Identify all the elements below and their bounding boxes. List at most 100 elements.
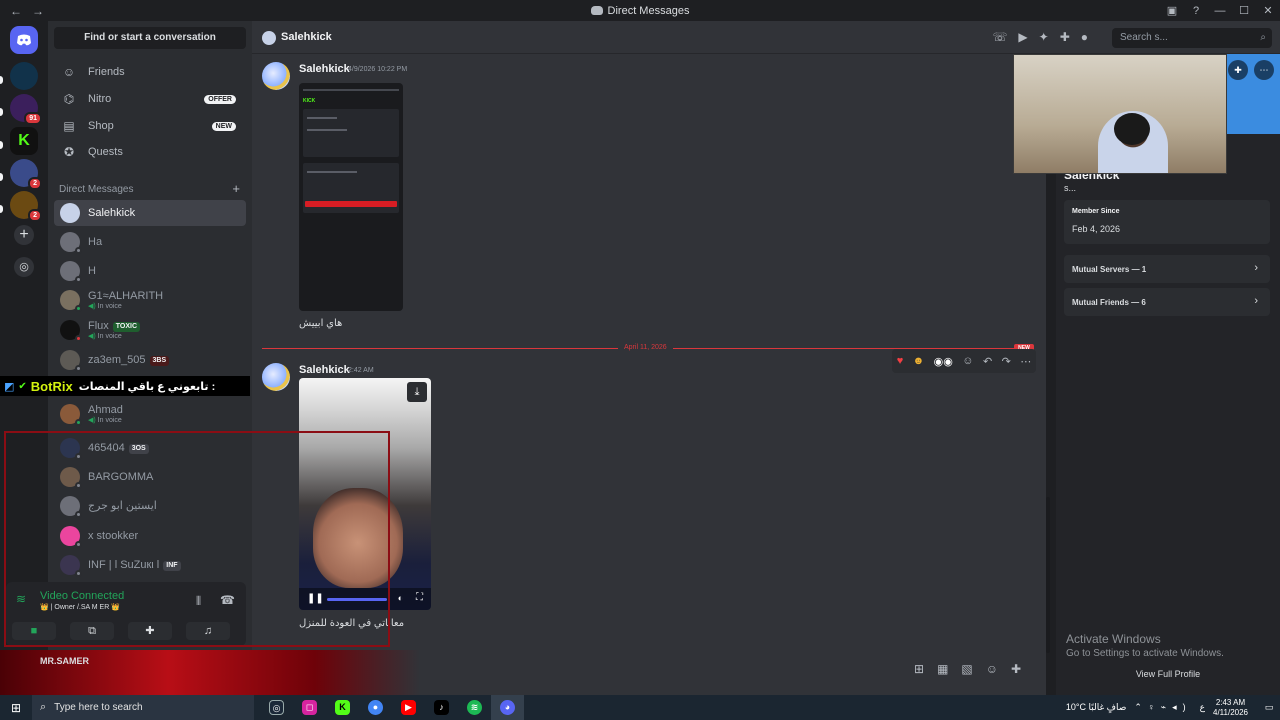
dm-item-salehkick[interactable]: Salehkick: [54, 200, 246, 226]
add-friends-icon[interactable]: ✚: [1060, 30, 1070, 44]
youtube-app-icon[interactable]: ▶: [392, 695, 425, 720]
pin-icon[interactable]: ✦: [1039, 30, 1049, 44]
windows-start-icon[interactable]: ⊞: [0, 701, 32, 715]
noise-suppression-icon[interactable]: ⫴: [196, 594, 201, 609]
nav-friends[interactable]: ☺ Friends: [54, 59, 246, 85]
notifications-icon[interactable]: ▭: [1258, 702, 1280, 713]
taskbar-search-input[interactable]: ⌕ Type here to search: [32, 695, 254, 720]
discover-icon[interactable]: ◎: [14, 257, 34, 277]
screen-share-icon[interactable]: ▣: [1160, 4, 1184, 17]
tiktok-app-icon[interactable]: ♪: [425, 695, 458, 720]
download-icon[interactable]: ⤓: [407, 382, 427, 402]
sticker-icon[interactable]: ▧: [961, 662, 972, 676]
chat-title: Salehkick: [281, 31, 332, 43]
dm-item[interactable]: za3em_505 3BS: [54, 347, 246, 373]
view-full-profile-link[interactable]: View Full Profile: [1056, 669, 1280, 679]
more-options-icon[interactable]: ⋯: [1254, 60, 1274, 80]
chrome-app-icon[interactable]: ●: [359, 695, 392, 720]
steam-app-icon[interactable]: ◎: [260, 695, 293, 720]
reply-icon[interactable]: ↶: [983, 355, 992, 368]
voice-status[interactable]: Video Connected: [40, 590, 124, 602]
nav-quests[interactable]: ✪ Quests: [54, 139, 246, 165]
disconnect-icon[interactable]: ☎: [220, 593, 235, 607]
discord-app-icon[interactable]: ◕: [491, 695, 524, 720]
webcam-overlay: [1013, 54, 1227, 174]
server-icon-3[interactable]: 2: [10, 159, 42, 190]
volume-icon[interactable]: ◐: [398, 593, 403, 603]
image-attachment[interactable]: KICK: [299, 83, 403, 311]
dm-item[interactable]: 465404 3OS: [54, 435, 246, 461]
seek-bar[interactable]: [327, 598, 387, 601]
dm-item[interactable]: Ahmad ◀) In voice: [54, 401, 246, 427]
server-icon-1[interactable]: [10, 62, 38, 90]
dm-item[interactable]: Ha: [54, 229, 246, 255]
gift-icon[interactable]: ⊞: [914, 662, 924, 676]
help-icon[interactable]: ?: [1184, 5, 1208, 17]
search-icon: ⌕: [1260, 32, 1266, 43]
chat-area: Salehkick ☏ ▶ ✦ ✚ ● Search s... ⌕ Salehki…: [252, 21, 1280, 695]
input-language[interactable]: ع: [1200, 702, 1205, 713]
add-friend-icon[interactable]: ✚: [1228, 60, 1248, 80]
avatar: [60, 496, 82, 518]
eyes-reaction-icon[interactable]: ◉◉: [934, 355, 953, 368]
nav-nitro[interactable]: ⌬ Nitro OFFER: [54, 86, 246, 112]
more-options-icon[interactable]: ⋯: [1020, 355, 1031, 368]
dm-item[interactable]: Flux TOXIC ◀) In voice: [54, 317, 246, 343]
dm-item[interactable]: H: [54, 258, 246, 284]
instagram-app-icon[interactable]: ◻: [293, 695, 326, 720]
avatar[interactable]: [262, 62, 290, 90]
unread-pill: [0, 108, 3, 116]
activities-button[interactable]: ✚: [128, 622, 172, 640]
close-button[interactable]: ✕: [1256, 4, 1280, 17]
laugh-reaction-icon[interactable]: ☻: [913, 355, 925, 367]
call-icon[interactable]: ☏: [992, 30, 1007, 44]
gif-icon[interactable]: ▦: [937, 662, 948, 676]
fullscreen-icon[interactable]: ⛶: [416, 592, 423, 603]
kick-app-icon[interactable]: K: [326, 695, 359, 720]
maximize-button[interactable]: ☐: [1232, 4, 1256, 17]
mutual-servers-row[interactable]: Mutual Servers — 1 ›: [1064, 255, 1270, 283]
avatar: [60, 232, 82, 254]
user-profile-icon[interactable]: ●: [1081, 30, 1088, 44]
dm-item[interactable]: G1≈ALHARITH ◀) In voice: [54, 287, 246, 313]
heart-reaction-icon[interactable]: ♥: [897, 355, 904, 367]
avatar: [262, 31, 276, 45]
server-icon-4[interactable]: 2: [10, 191, 42, 222]
nav-shop[interactable]: ▤ Shop NEW: [54, 113, 246, 139]
dm-item[interactable]: ايستين ابو جرج: [54, 493, 246, 519]
back-arrow-icon[interactable]: ←: [10, 4, 22, 18]
avatar: [60, 320, 82, 342]
tray-icons[interactable]: ⌃♀⌁◂): [1134, 702, 1191, 713]
message-author[interactable]: Salehkick: [299, 63, 350, 75]
dm-item[interactable]: BARGOMMA: [54, 464, 246, 490]
mutual-friends-row[interactable]: Mutual Friends — 6 ›: [1064, 288, 1270, 316]
add-server-icon[interactable]: +: [14, 225, 34, 245]
avatar[interactable]: [262, 363, 290, 391]
camera-button[interactable]: ■: [12, 622, 56, 640]
create-dm-icon[interactable]: +: [232, 181, 240, 196]
dm-item[interactable]: INF | l SuZuкι l INF: [54, 552, 246, 578]
forward-arrow-icon[interactable]: →: [32, 4, 44, 18]
video-call-icon[interactable]: ▶: [1018, 30, 1027, 44]
message-author[interactable]: Salehkick: [299, 364, 350, 376]
emoji-icon[interactable]: ☺: [986, 662, 998, 676]
clock[interactable]: 2:43 AM 4/11/2026: [1213, 698, 1248, 718]
weather-widget[interactable]: 10°C صافٍ غالبًا: [1066, 702, 1127, 713]
apps-icon[interactable]: ✚: [1011, 662, 1021, 676]
scrollbar[interactable]: [1046, 497, 1050, 653]
minimize-button[interactable]: —: [1208, 5, 1232, 17]
kick-server-icon[interactable]: K: [10, 127, 38, 155]
server-icon-2[interactable]: 91: [10, 94, 42, 125]
add-reaction-icon[interactable]: ☺: [962, 355, 973, 367]
forward-icon[interactable]: ↷: [1002, 355, 1011, 368]
avatar: [60, 555, 82, 577]
search-input[interactable]: Search s... ⌕: [1112, 28, 1272, 48]
spotify-app-icon[interactable]: ≋: [458, 695, 491, 720]
screen-share-button[interactable]: ⧉: [70, 622, 114, 640]
dm-item[interactable]: x stookker: [54, 523, 246, 549]
find-conversation-button[interactable]: Find or start a conversation: [54, 27, 246, 49]
pause-icon[interactable]: ❚❚: [307, 593, 324, 604]
discord-home-icon[interactable]: [10, 26, 38, 54]
soundboard-button[interactable]: ♫: [186, 622, 230, 640]
video-attachment[interactable]: ⤓ ❚❚ ◐ ⛶: [299, 378, 431, 610]
